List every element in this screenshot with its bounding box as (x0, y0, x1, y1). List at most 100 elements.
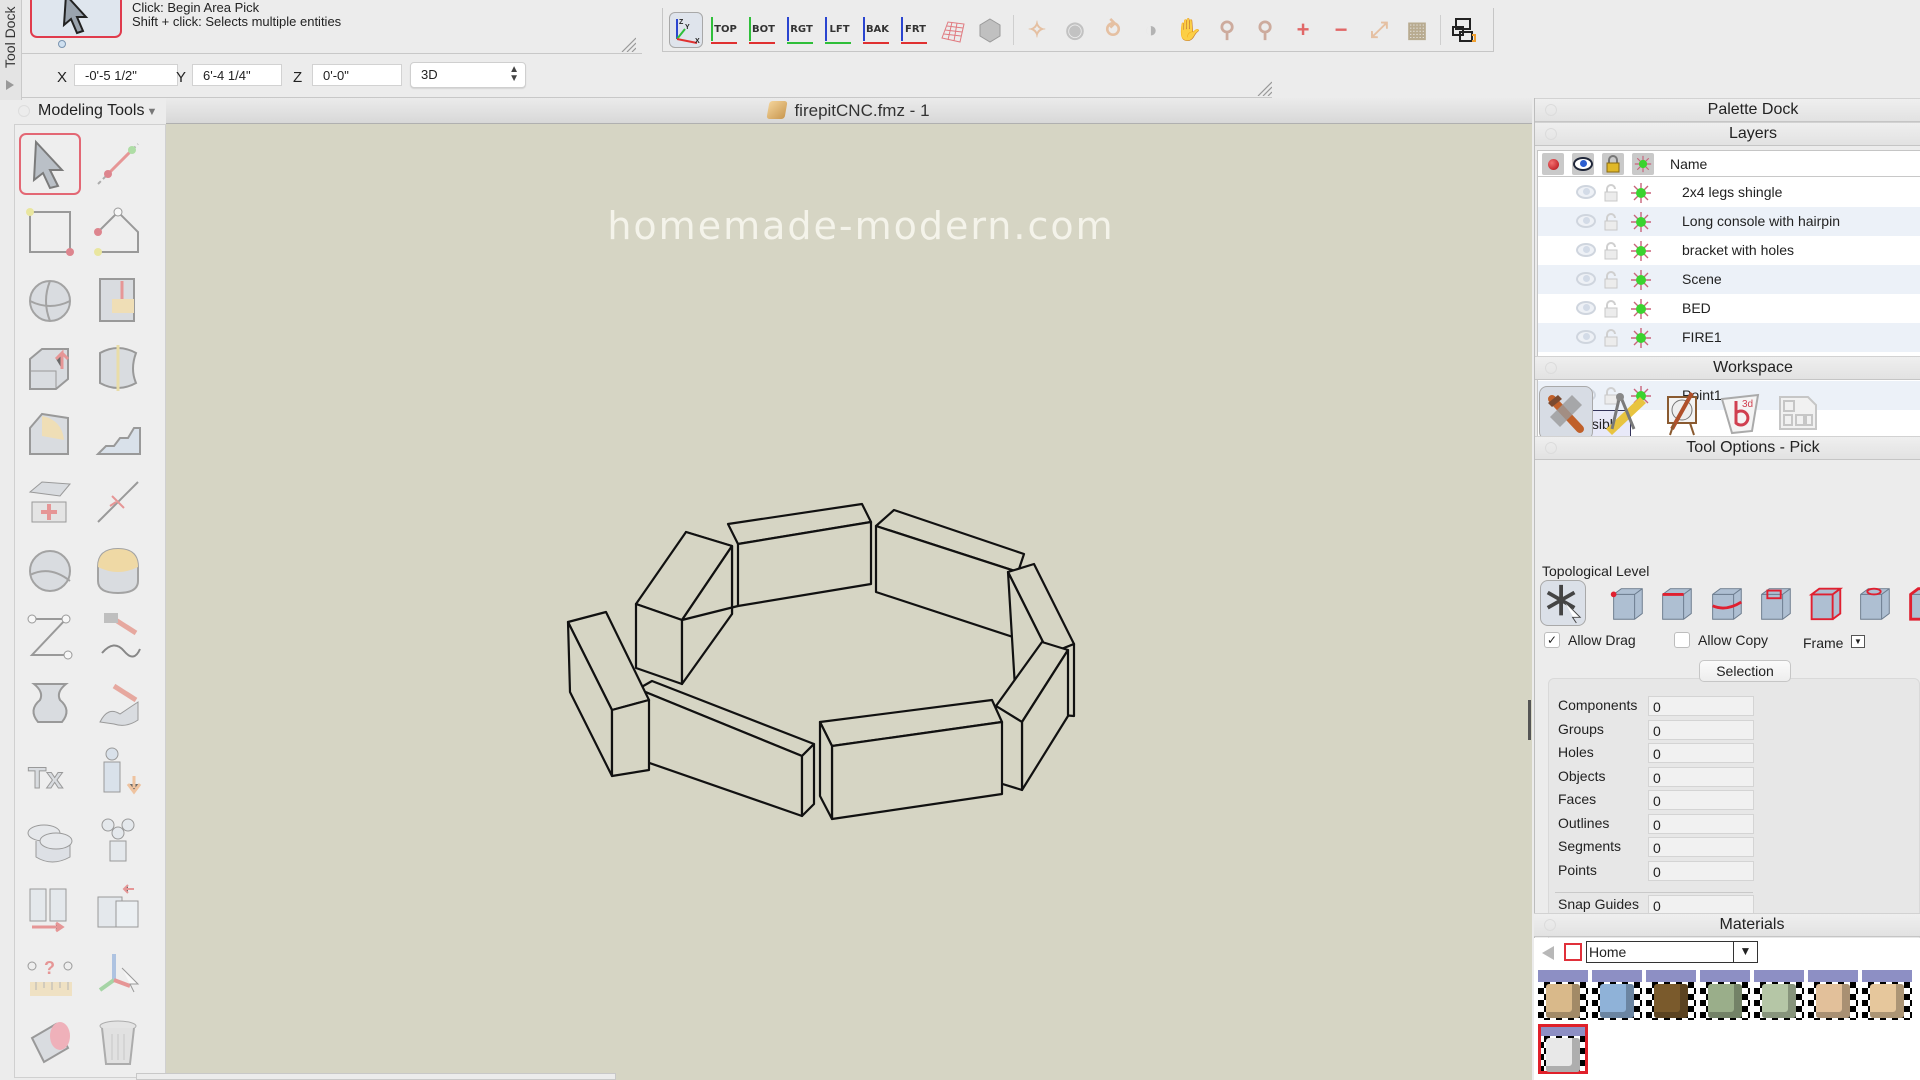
tool-hammer-sheet[interactable] (87, 673, 149, 735)
eye-icon[interactable] (1576, 301, 1596, 315)
material-swatch-birch[interactable] (1808, 970, 1858, 1020)
look-around-button[interactable]: ◑ (1134, 12, 1168, 48)
unlock-icon[interactable] (1604, 242, 1618, 260)
tool-lathe[interactable] (19, 673, 81, 735)
view-top-button[interactable]: TOP (707, 12, 741, 48)
topo-level-face[interactable] (1752, 580, 1798, 626)
layer-row[interactable]: Scene (1538, 265, 1920, 294)
current-material-swatch[interactable] (1564, 943, 1582, 961)
unlock-icon[interactable] (1604, 300, 1618, 318)
unlock-icon[interactable] (1604, 271, 1618, 289)
orbit-button[interactable]: ✧ (1020, 12, 1054, 48)
materials-collapse-button[interactable] (1544, 919, 1556, 931)
workspace-header[interactable]: Workspace (1535, 356, 1920, 380)
eye-icon[interactable] (1576, 330, 1596, 344)
material-swatch-cork[interactable] (1646, 970, 1696, 1020)
selection-button[interactable]: Selection (1699, 660, 1791, 682)
materials-header[interactable]: Materials (1534, 913, 1920, 937)
tool-booleans[interactable] (87, 268, 149, 330)
view-back-button[interactable]: BAK (859, 12, 893, 48)
zoom-extents-button[interactable]: ⤢ (1362, 12, 1396, 48)
grid-plane-button[interactable] (935, 12, 969, 48)
tool-line[interactable] (87, 133, 149, 195)
x-coordinate-field[interactable]: -0'-5 1/2" (74, 64, 178, 86)
horizontal-scrollbar[interactable] (136, 1073, 616, 1080)
firepit-block[interactable] (994, 640, 1070, 792)
unlock-icon[interactable] (1604, 329, 1618, 347)
tool-dock-expand-arrow[interactable] (6, 80, 14, 90)
palette-dock-close-button[interactable] (1545, 104, 1557, 116)
coord-bar-resize-grip-icon[interactable] (1256, 80, 1272, 96)
material-swatch-maple[interactable] (1862, 970, 1912, 1020)
light-icon[interactable] (1630, 211, 1652, 233)
coordinate-mode-select[interactable]: 3D ▲ ▼ (410, 62, 526, 88)
layout-workspace-button[interactable] (1771, 386, 1825, 440)
lock-column-button[interactable] (1602, 153, 1624, 175)
tool-pick[interactable] (19, 133, 81, 195)
view-left-button[interactable]: LFT (821, 12, 855, 48)
tool-align[interactable] (19, 876, 81, 938)
tool-options-collapse-button[interactable] (1545, 442, 1557, 454)
axes-view-button[interactable]: ZYX (669, 11, 703, 48)
tool-rectangle[interactable] (19, 201, 81, 263)
unlock-icon[interactable] (1604, 213, 1618, 231)
light-icon[interactable] (1630, 240, 1652, 262)
tool-extrude[interactable] (19, 336, 81, 398)
topo-level-edge[interactable] (1653, 580, 1699, 626)
layer-row[interactable]: 2x4 legs shingle (1538, 178, 1920, 207)
topo-level-point[interactable] (1604, 580, 1650, 626)
tool-polyline[interactable] (87, 201, 149, 263)
modeling-tools-title[interactable]: Modeling Tools ▼ (14, 100, 164, 122)
firepit-block[interactable] (818, 698, 1004, 821)
drafting-workspace-button[interactable] (1597, 386, 1651, 440)
light-icon[interactable] (1630, 182, 1652, 204)
firepit-model[interactable] (556, 454, 1316, 934)
tool-stairs[interactable] (87, 403, 149, 465)
eye-icon[interactable] (1576, 272, 1596, 286)
allow-drag-checkbox[interactable]: ✓ (1544, 632, 1560, 648)
layer-row[interactable]: BED (1538, 294, 1920, 323)
material-library-select[interactable]: Home ▼ (1586, 941, 1758, 963)
eye-icon[interactable] (1576, 185, 1596, 199)
view-front-button[interactable]: FRT (897, 12, 931, 48)
polyhedron-button[interactable] (973, 12, 1007, 48)
allow-copy-checkbox[interactable] (1674, 632, 1690, 648)
3d-print-workspace-button[interactable]: 3d (1713, 386, 1767, 440)
material-swatch-light-wood[interactable] (1538, 970, 1588, 1020)
back-arrow-icon[interactable] (1542, 946, 1554, 960)
material-swatch-sage-green[interactable] (1700, 970, 1750, 1020)
walk-button[interactable]: ◉ (1058, 12, 1092, 48)
zoom-in-button[interactable]: + (1286, 12, 1320, 48)
topo-level-hole[interactable] (1851, 580, 1897, 626)
tool-blob[interactable] (87, 538, 149, 600)
layers-collapse-button[interactable] (1545, 128, 1557, 140)
pan-button[interactable]: ✋ (1172, 12, 1206, 48)
tool-terrain[interactable] (19, 471, 81, 533)
tool-soft-sphere[interactable] (19, 538, 81, 600)
firepit-block[interactable] (874, 508, 1026, 640)
layer-row[interactable]: bracket with holes (1538, 236, 1920, 265)
light-column-button[interactable] (1632, 153, 1654, 175)
light-icon[interactable] (1630, 327, 1652, 349)
layers-header[interactable]: Layers (1535, 122, 1920, 146)
tool-options-header[interactable]: Tool Options - Pick (1535, 436, 1920, 460)
zoom-out-button[interactable]: − (1324, 12, 1358, 48)
tool-people[interactable] (87, 808, 149, 870)
material-swatch-white[interactable] (1538, 1024, 1588, 1074)
topo-level-outline[interactable] (1703, 580, 1749, 626)
firepit-block[interactable] (636, 679, 816, 818)
turn-button[interactable]: ⥁ (1096, 12, 1130, 48)
tool-trash[interactable] (87, 1011, 149, 1073)
active-column-button[interactable] (1542, 153, 1564, 175)
topo-level-object[interactable] (1802, 580, 1848, 626)
tool-round[interactable] (19, 403, 81, 465)
material-swatch-blue-glass[interactable] (1592, 970, 1642, 1020)
window-layout-button[interactable] (1447, 12, 1481, 48)
topo-level-smart-pick[interactable] (1540, 580, 1586, 626)
light-icon[interactable] (1630, 298, 1652, 320)
firepit-block[interactable] (634, 530, 734, 686)
zoom-window-button[interactable]: ⚲ (1248, 12, 1282, 48)
tool-figure-drop[interactable] (87, 741, 149, 803)
eye-icon[interactable] (1576, 243, 1596, 257)
unlock-icon[interactable] (1604, 184, 1618, 202)
